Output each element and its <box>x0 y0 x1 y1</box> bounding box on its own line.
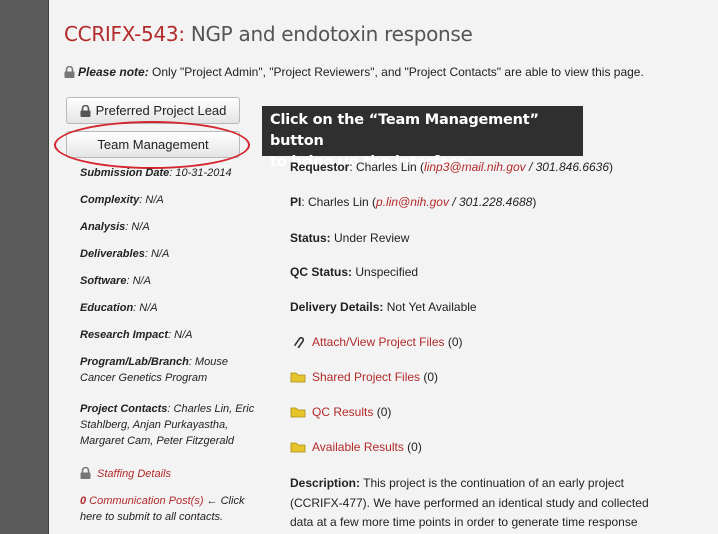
folder-icon <box>290 442 306 453</box>
available-results-row: Available Results (0) <box>290 440 422 454</box>
analysis: Analysis: N/A <box>80 221 150 233</box>
requestor-email-link[interactable]: linp3@mail.nih.gov <box>424 160 526 174</box>
communication-posts-link[interactable]: Communication Post(s) <box>86 495 203 507</box>
folder-icon <box>290 407 306 418</box>
qc-status: QC Status: Unspecified <box>290 265 419 279</box>
education: Education: N/A <box>80 302 158 314</box>
software: Software: N/A <box>80 275 151 287</box>
project-id: CCRIFX-543: <box>64 22 185 46</box>
lock-icon <box>80 467 91 479</box>
note-text: Only "Project Admin", "Project Reviewers… <box>148 65 644 79</box>
attach-files-row: Attach/View Project Files (0) <box>290 335 463 349</box>
preferred-project-lead-button[interactable]: Preferred Project Lead <box>66 97 240 124</box>
submission-date: Submission Date: 10-31-2014 <box>80 167 232 179</box>
project-contacts: Project Contacts: Charles Lin, Eric Stah… <box>80 403 255 447</box>
access-note: Please note: Only "Project Admin", "Proj… <box>64 65 644 79</box>
project-title: NGP and endotoxin response <box>184 22 473 46</box>
program-lab-branch: Program/Lab/Branch: Mouse Cancer Genetic… <box>80 356 228 384</box>
paperclip-icon <box>293 337 305 348</box>
folder-icon <box>290 372 306 383</box>
status: Status: Under Review <box>290 231 410 245</box>
shared-files-row: Shared Project Files (0) <box>290 370 438 384</box>
project-description: Description: This project is the continu… <box>290 476 649 529</box>
lock-icon <box>80 104 91 117</box>
team-management-button[interactable]: Team Management <box>66 131 240 158</box>
team-management-label: Team Management <box>97 137 209 152</box>
principal-investigator: PI: Charles Lin (p.lin@nih.gov / 301.228… <box>290 195 537 209</box>
qc-results-link[interactable]: QC Results <box>312 405 373 419</box>
staffing-details-link[interactable]: Staffing Details <box>97 468 171 480</box>
communication-posts: 0 Communication Post(s) ← Click here to … <box>80 493 260 525</box>
note-label: Please note: <box>78 65 149 79</box>
callout-line-1: Click on the “Team Management” button <box>270 112 539 149</box>
shared-project-files-link[interactable]: Shared Project Files <box>312 370 420 384</box>
requestor: Requestor: Charles Lin (linp3@mail.nih.g… <box>290 160 614 174</box>
page-title: CCRIFX-543: NGP and endotoxin response <box>64 22 473 46</box>
staffing-details[interactable]: Staffing Details <box>80 466 260 482</box>
deliverables: Deliverables: N/A <box>80 248 170 260</box>
research-impact: Research Impact: N/A <box>80 329 193 341</box>
pi-email-link[interactable]: p.lin@nih.gov <box>376 195 449 209</box>
delivery-details: Delivery Details: Not Yet Available <box>290 300 477 314</box>
instruction-callout: Click on the “Team Management” button to… <box>262 106 583 170</box>
attach-view-files-link[interactable]: Attach/View Project Files <box>312 335 445 349</box>
lock-icon <box>64 66 75 78</box>
qc-results-row: QC Results (0) <box>290 405 391 419</box>
preferred-lead-label: Preferred Project Lead <box>95 103 227 118</box>
available-results-link[interactable]: Available Results <box>312 440 404 454</box>
project-page: CCRIFX-543: NGP and endotoxin response P… <box>48 0 718 534</box>
complexity: Complexity: N/A <box>80 194 164 206</box>
